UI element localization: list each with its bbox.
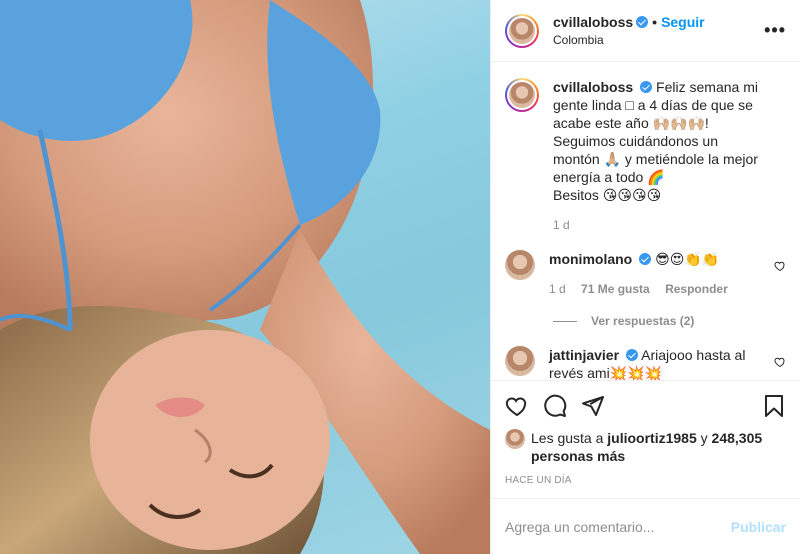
view-replies-button[interactable]: Ver respuestas (2) (553, 314, 786, 328)
photo-illustration (0, 0, 490, 554)
comment-avatar-ring (505, 346, 535, 376)
heart-icon[interactable] (505, 394, 529, 418)
author-info: cvillaloboss • Seguir Colombia (553, 13, 705, 49)
share-icon[interactable] (581, 394, 605, 418)
reply-button[interactable]: Responder (665, 282, 728, 296)
liker-avatar-ring (505, 424, 525, 454)
add-comment-bar: Publicar (491, 498, 800, 554)
comment-icon[interactable] (543, 394, 567, 418)
likes-text: Les gusta a julioortiz1985 y 248,305 per… (531, 429, 786, 465)
likes-summary: Les gusta a julioortiz1985 y 248,305 per… (505, 429, 786, 465)
comment-time[interactable]: 1 d (549, 282, 566, 296)
separator-dot: • (652, 13, 658, 30)
likes-prefix: Les gusta a (531, 430, 604, 446)
author-avatar[interactable] (505, 13, 539, 48)
verified-icon (636, 15, 649, 28)
caption-avatar-ring (507, 80, 537, 110)
comment-like-heart-icon[interactable] (774, 260, 786, 272)
comments-list: cvillaloboss Feliz semana mi gente linda… (491, 62, 800, 380)
comment-text: 😎😍👏👏 (655, 251, 720, 267)
verified-icon (640, 81, 653, 93)
comment-like-heart-icon[interactable] (774, 356, 786, 368)
instagram-post: cvillaloboss • Seguir Colombia ••• cvillal… (0, 0, 800, 554)
liker-username[interactable]: julioortiz1985 (607, 430, 696, 446)
caption-meta: 1 d (553, 216, 768, 234)
action-icons (505, 391, 786, 421)
liker-avatar-image (505, 429, 525, 449)
comment-avatar-image (505, 346, 535, 376)
author-avatar-ring (507, 15, 537, 46)
caption-avatar[interactable] (505, 78, 539, 112)
comment: monimolano 😎😍👏👏 1 d 71 Me gusta Responde… (505, 250, 786, 298)
comment-username[interactable]: jattinjavier (549, 347, 619, 363)
caption-text-2: Besitos 😘😘😘😘 (553, 187, 662, 203)
comment-input[interactable] (505, 518, 731, 535)
comment-meta: 1 d 71 Me gusta Responder (549, 280, 768, 298)
publish-button[interactable]: Publicar (731, 519, 786, 535)
comment-avatar[interactable] (505, 250, 535, 280)
comment-avatar-ring (505, 250, 535, 280)
post-photo[interactable] (0, 0, 490, 554)
comment-avatar[interactable] (505, 346, 535, 376)
post-header: cvillaloboss • Seguir Colombia ••• (491, 0, 800, 62)
post-actions: Les gusta a julioortiz1985 y 248,305 per… (491, 380, 800, 498)
caption-avatar-image (509, 82, 535, 108)
comment-likes[interactable]: 71 Me gusta (581, 282, 650, 296)
caption-username[interactable]: cvillaloboss (553, 79, 633, 95)
more-options-icon[interactable]: ••• (764, 20, 786, 41)
caption-body: cvillaloboss Feliz semana mi gente linda… (553, 78, 786, 234)
comment-username[interactable]: monimolano (549, 251, 632, 267)
author-avatar-image (509, 17, 535, 44)
replies-label: Ver respuestas (2) (591, 314, 695, 328)
replies-line (553, 320, 577, 322)
caption: cvillaloboss Feliz semana mi gente linda… (505, 78, 786, 234)
verified-icon (639, 253, 652, 265)
post-side-panel: cvillaloboss • Seguir Colombia ••• cvillal… (490, 0, 800, 554)
liker-avatar[interactable] (505, 429, 525, 449)
author-username[interactable]: cvillaloboss (553, 14, 633, 30)
likes-conj: y (700, 430, 708, 446)
verified-icon (626, 349, 639, 361)
comment-body: monimolano 😎😍👏👏 1 d 71 Me gusta Responde… (549, 250, 786, 298)
comment: jattinjavier Ariajooo hasta al revés ami… (505, 346, 786, 380)
caption-time[interactable]: 1 d (553, 218, 570, 232)
comment-body: jattinjavier Ariajooo hasta al revés ami… (549, 346, 786, 380)
bookmark-icon[interactable] (762, 394, 786, 418)
comment-avatar-image (505, 250, 535, 280)
post-time-ago[interactable]: HACE UN DÍA (505, 475, 786, 486)
follow-button[interactable]: Seguir (661, 14, 705, 30)
post-location[interactable]: Colombia (553, 31, 705, 49)
